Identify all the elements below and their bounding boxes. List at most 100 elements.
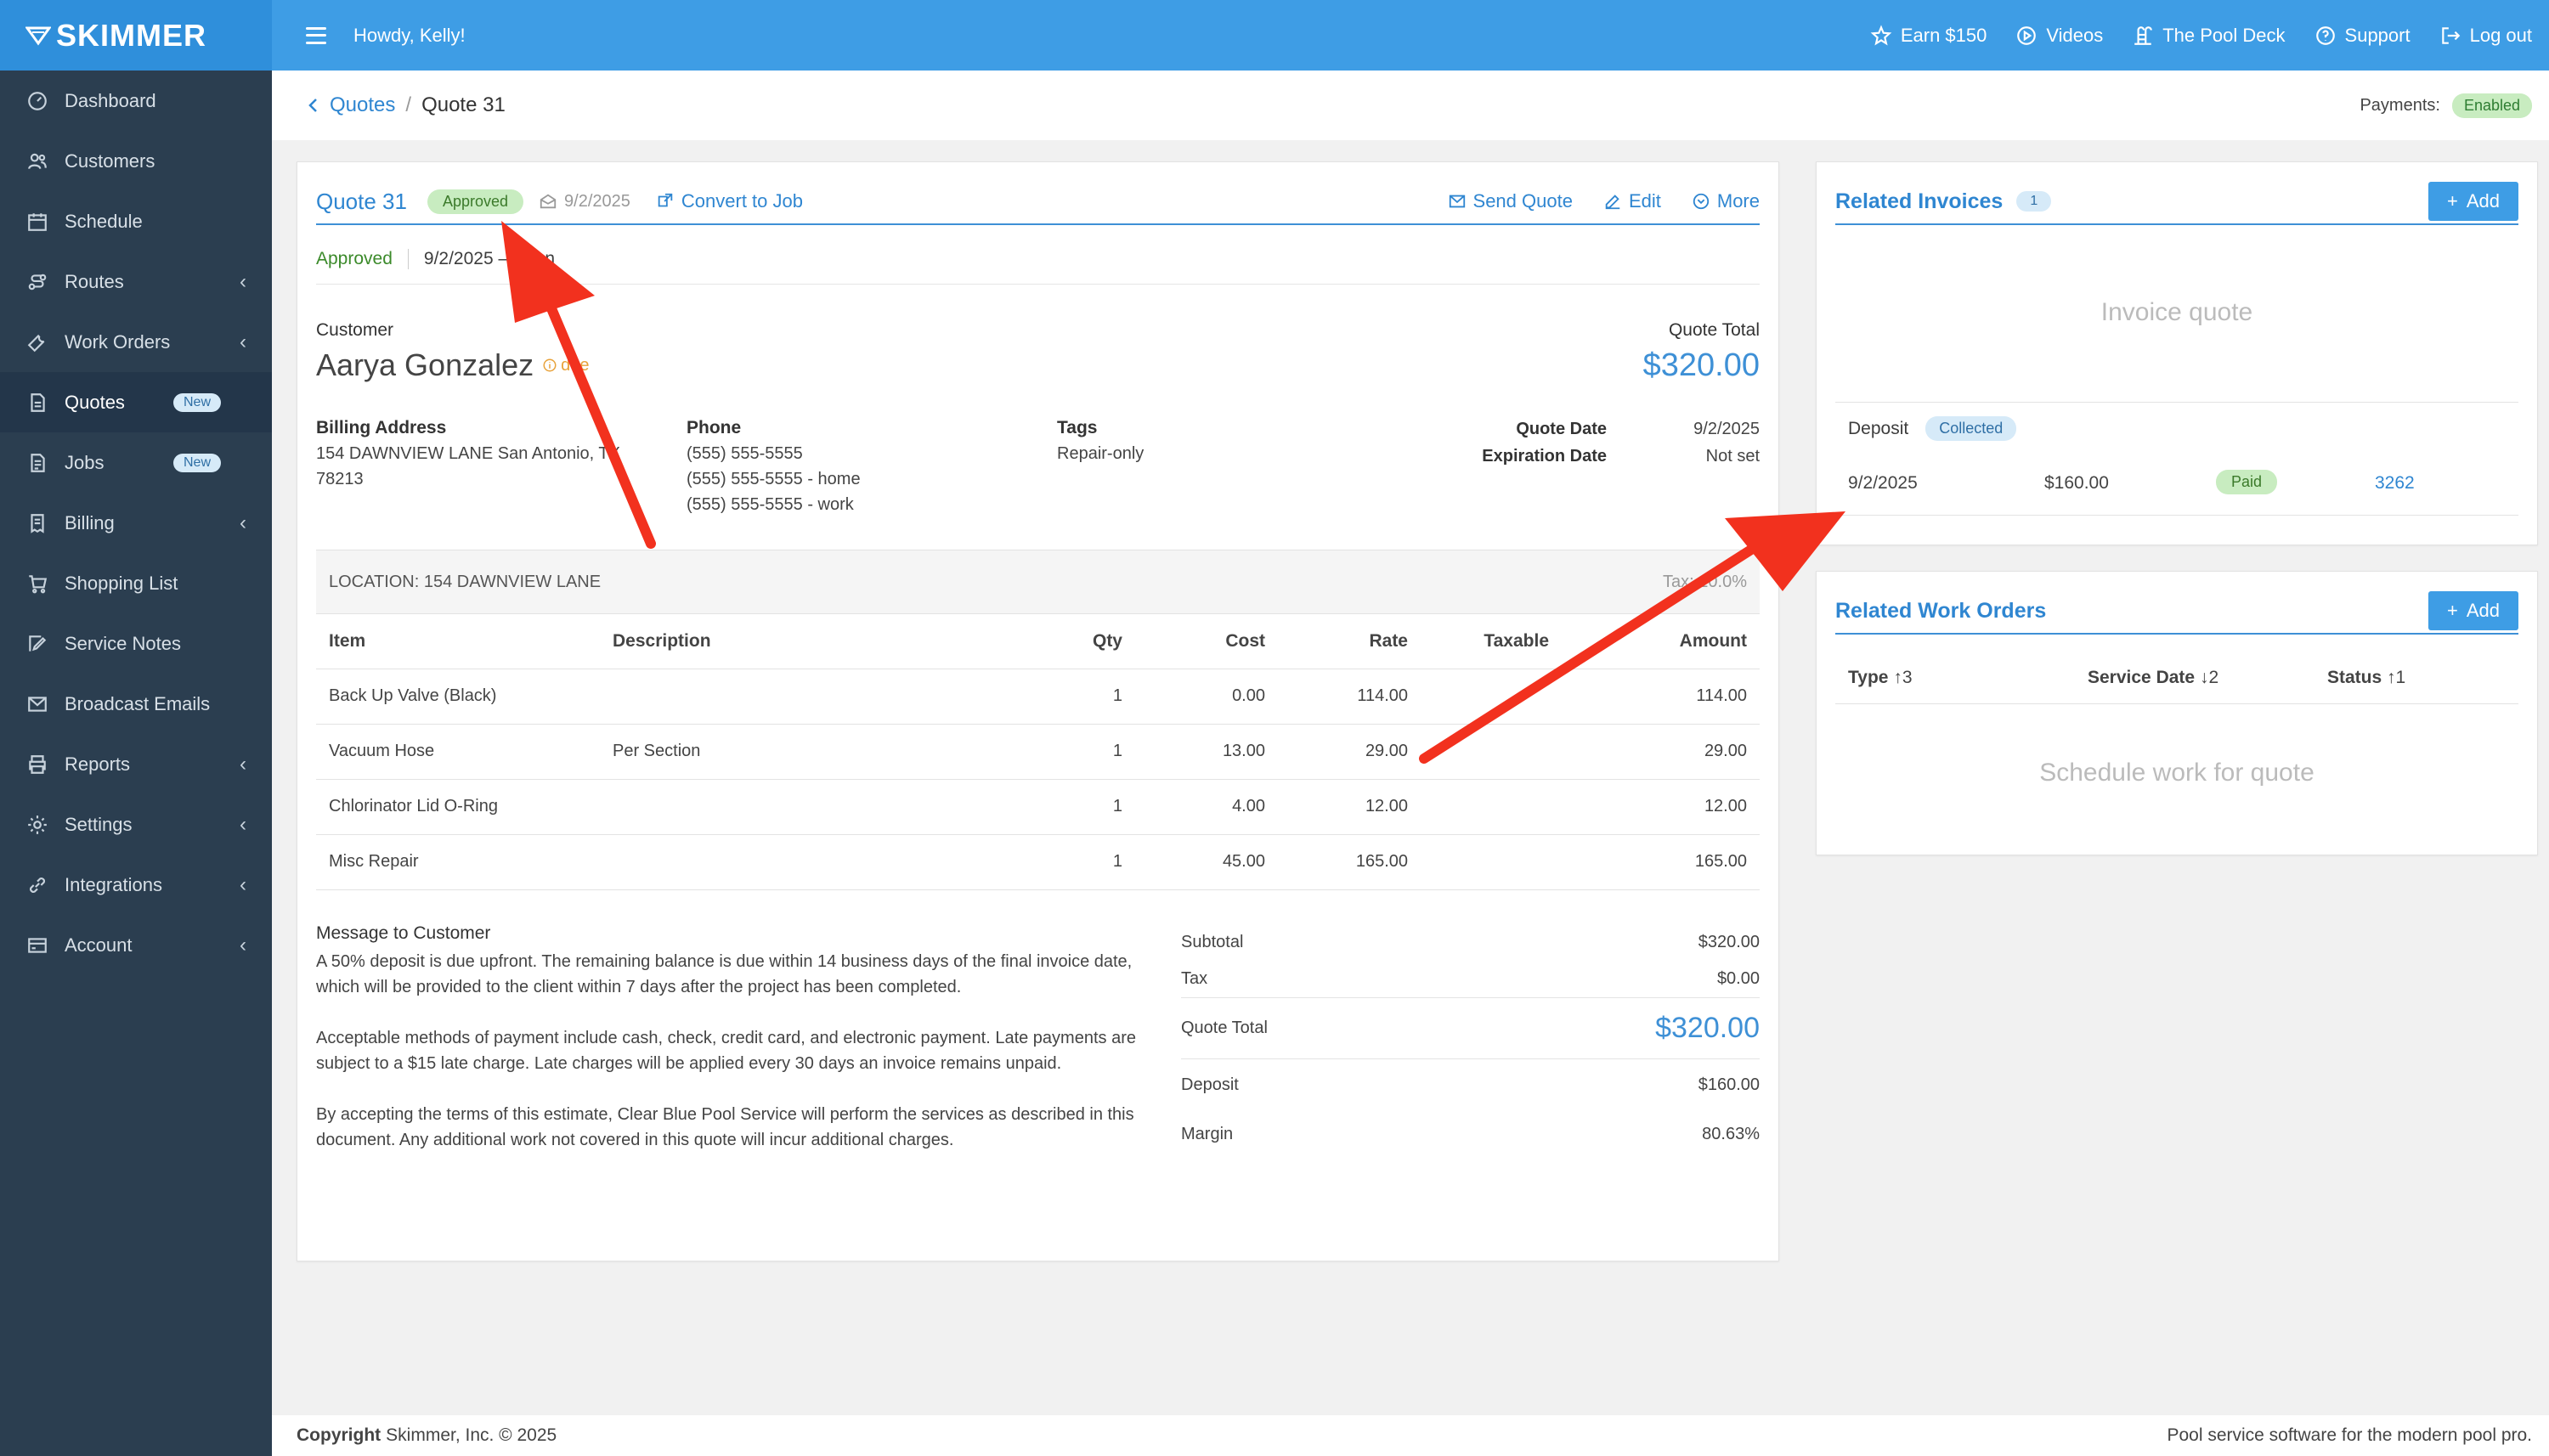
top-link-label: Log out (2469, 24, 2532, 46)
table-row[interactable]: Chlorinator Lid O-Ring 1 4.00 12.00 12.00 (316, 779, 1760, 835)
sidebar-item-label: Work Orders (65, 330, 171, 353)
plus-icon: + (2446, 190, 2458, 212)
sidebar-item-work-orders[interactable]: Work Orders ‹ (0, 312, 272, 372)
sidebar-item-shopping-list[interactable]: Shopping List (0, 553, 272, 613)
table-row[interactable]: Back Up Valve (Black) 1 0.00 114.00 114.00 (316, 669, 1760, 725)
sort-indicator: ↑1 (2387, 667, 2406, 687)
cell-desc (600, 834, 1042, 890)
sidebar-item-label: Broadcast Emails (65, 692, 211, 714)
cell-taxable (1421, 779, 1562, 835)
cell-amount: 29.00 (1562, 724, 1760, 780)
phone-home[interactable]: (555) 555-5555 - home (687, 466, 861, 492)
cell-amount: 12.00 (1562, 779, 1760, 835)
sidebar-item-broadcast-emails[interactable]: Broadcast Emails (0, 674, 272, 734)
chevron-left-icon: ‹ (240, 269, 246, 293)
sidebar-item-reports[interactable]: Reports ‹ (0, 734, 272, 794)
work-orders-table-header: Type ↑3 Service Date ↓2 Status ↑1 (1835, 652, 2518, 704)
add-invoice-button[interactable]: + Add (2427, 182, 2518, 221)
column-status-label: Status (2327, 667, 2382, 687)
quote-header: Quote 31 Approved 9/2/2025 Convert to Jo… (316, 179, 1760, 225)
tax-label: Tax (1181, 969, 1208, 988)
sidebar-item-jobs[interactable]: Jobs New (0, 432, 272, 493)
quote-total-value: $320.00 (1642, 347, 1760, 383)
approval-status-row: Approved 9/2/2025 – Ryan (316, 234, 1760, 285)
sidebar-item-label: Customers (65, 150, 155, 172)
top-link-earn-150[interactable]: Earn $150 (1870, 25, 1987, 47)
column-type[interactable]: Type ↑3 (1848, 668, 1913, 688)
envelope-icon (1449, 195, 1465, 208)
column-service-date[interactable]: Service Date ↓2 (2088, 668, 2218, 688)
message-paragraph: By accepting the terms of this estimate,… (316, 1105, 1134, 1149)
sidebar-item-account[interactable]: Account ‹ (0, 915, 272, 975)
sidebar-item-label: Dashboard (65, 89, 156, 111)
invoice-row[interactable]: 9/2/2025 $160.00 Paid 3262 (1835, 454, 2518, 516)
quote-status-badge: Approved (427, 189, 524, 214)
cell-rate: 114.00 (1278, 669, 1421, 725)
phone-primary[interactable]: (555) 555-5555 (687, 441, 861, 466)
column-cost: Cost (1135, 614, 1278, 669)
top-link-videos[interactable]: Videos (2015, 25, 2103, 47)
sidebar-item-label: Schedule (65, 210, 143, 232)
cell-taxable (1421, 834, 1562, 890)
sidebar-item-integrations[interactable]: Integrations ‹ (0, 855, 272, 915)
breadcrumb-parent-link[interactable]: Quotes (308, 93, 395, 117)
breadcrumb-separator: / (405, 93, 412, 116)
sidebar-item-dashboard[interactable]: Dashboard (0, 71, 272, 131)
top-link-label: Videos (2046, 24, 2104, 46)
message-label: Message to Customer (316, 923, 491, 943)
sidebar-item-quotes[interactable]: Quotes New (0, 372, 272, 432)
billing-address-line1: 154 DAWNVIEW LANE San Antonio, TX (316, 444, 620, 463)
sidebar-item-routes[interactable]: Routes ‹ (0, 251, 272, 312)
cell-item: Misc Repair (316, 834, 600, 890)
invoice-quote-link[interactable]: Invoice quote (1817, 298, 2537, 327)
customer-due-text: due (561, 355, 590, 375)
cell-rate: 12.00 (1278, 779, 1421, 835)
margin-value: 80.63% (1702, 1124, 1760, 1143)
help-icon (2315, 25, 2335, 45)
sort-indicator: ↑3 (1893, 667, 1913, 687)
phone-info: Phone (555) 555-5555 (555) 555-5555 - ho… (687, 415, 861, 517)
table-row[interactable]: Misc Repair 1 45.00 165.00 165.00 (316, 834, 1760, 890)
plus-icon: + (2446, 600, 2458, 621)
top-link-the-pool-deck[interactable]: The Pool Deck (2132, 25, 2286, 47)
send-quote-button[interactable]: Send Quote (1448, 190, 1573, 212)
sidebar-item-label: Integrations (65, 873, 162, 895)
sidebar-item-settings[interactable]: Settings ‹ (0, 794, 272, 855)
phone-work[interactable]: (555) 555-5555 - work (687, 492, 861, 517)
payments-enabled-badge[interactable]: Enabled (2451, 93, 2532, 118)
cell-desc (600, 669, 1042, 725)
logo-bar: SKIMMER (0, 0, 272, 71)
add-work-order-button[interactable]: + Add (2427, 591, 2518, 630)
quote-card: Quote 31 Approved 9/2/2025 Convert to Jo… (297, 161, 1779, 1261)
more-button[interactable]: More (1692, 190, 1760, 212)
customer-name[interactable]: Aarya Gonzalez (316, 347, 534, 383)
quote-sent-date-value: 9/2/2025 (564, 191, 630, 211)
message-paragraph: Acceptable methods of payment include ca… (316, 1029, 1136, 1073)
cell-amount: 165.00 (1562, 834, 1760, 890)
skimmer-logo[interactable]: SKIMMER (25, 18, 206, 54)
deposit-value: $160.00 (1698, 1075, 1760, 1094)
column-status[interactable]: Status ↑1 (2327, 668, 2405, 688)
add-work-order-label: Add (2466, 600, 2500, 621)
table-row[interactable]: Vacuum Hose Per Section 1 13.00 29.00 29.00 (316, 724, 1760, 780)
sidebar-item-service-notes[interactable]: Service Notes (0, 613, 272, 674)
schedule-work-link[interactable]: Schedule work for quote (1817, 759, 2537, 787)
sidebar-item-schedule[interactable]: Schedule (0, 191, 272, 251)
pool-ladder-icon (2134, 25, 2153, 45)
dashboard-icon (25, 89, 49, 113)
column-item: Item (316, 614, 600, 669)
sidebar-item-billing[interactable]: Billing ‹ (0, 493, 272, 553)
greeting: Howdy, Kelly! (353, 24, 466, 46)
menu-toggle-icon[interactable] (306, 26, 326, 44)
edit-button[interactable]: Edit (1603, 190, 1661, 212)
top-link-log-out[interactable]: Log out (2439, 25, 2532, 47)
breadcrumb-bar: Quotes / Quote 31 Payments: Enabled (272, 71, 2549, 140)
jobs-doc-icon (25, 451, 49, 475)
sidebar-item-label: Billing (65, 511, 115, 533)
quote-total-summary-label: Quote Total (1181, 1019, 1268, 1037)
sidebar-item-customers[interactable]: Customers (0, 131, 272, 191)
invoice-number-link[interactable]: 3262 (2375, 473, 2415, 494)
top-link-support[interactable]: Support (2314, 25, 2411, 47)
convert-to-job-button[interactable]: Convert to Job (656, 190, 803, 212)
approval-detail: 9/2/2025 – Ryan (423, 248, 556, 268)
